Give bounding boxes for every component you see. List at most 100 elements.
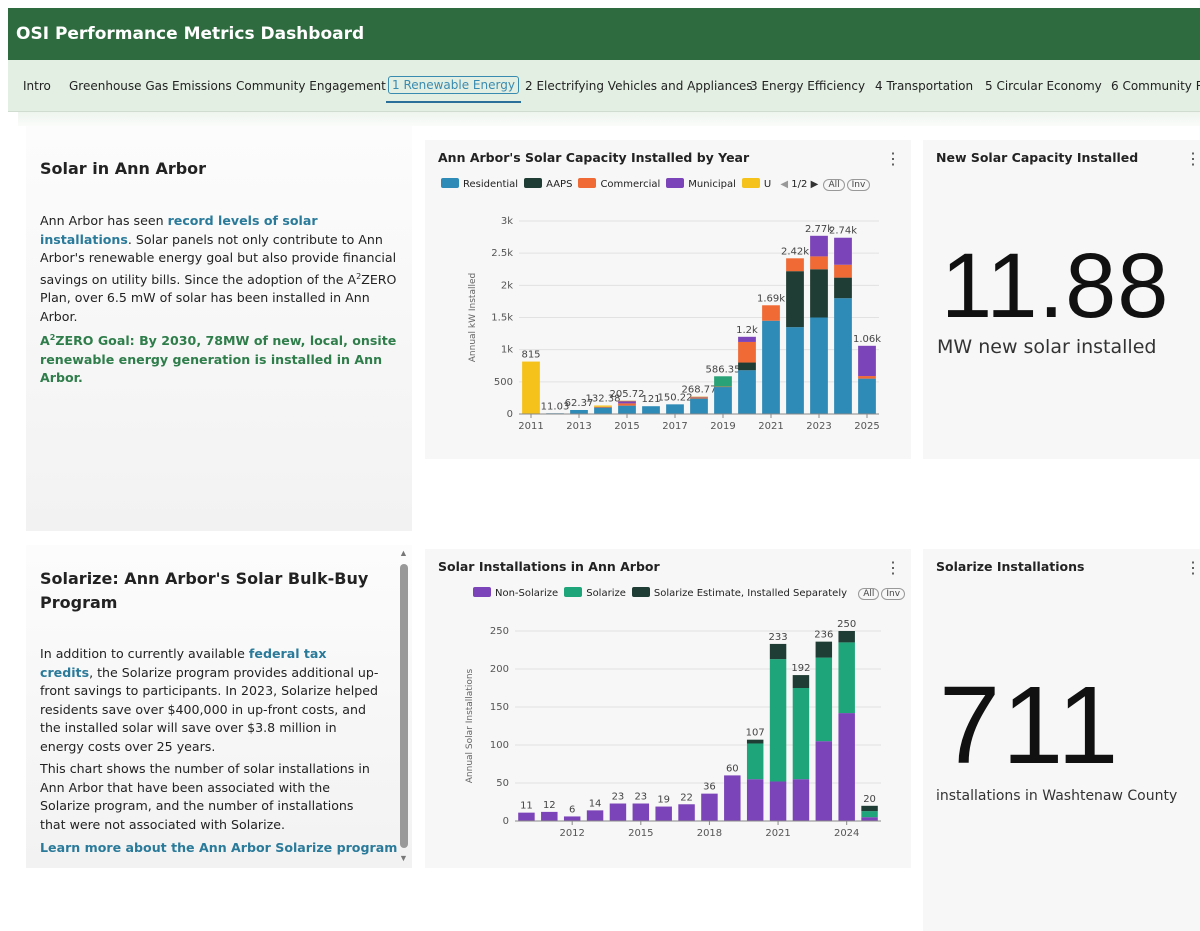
bar-segment [690,396,708,398]
more-options-icon[interactable]: ⋮ [1185,561,1200,577]
solar-capacity-chart: 0 500 1k 1.5k 2k 2.5k 3k Annual kW Installed 815… [468,216,881,432]
solar-installations-chart-card: Solar Installations in Ann Arbor ⋮ Non-S… [425,549,911,868]
y-tick-label: 500 [494,377,513,388]
y-tick-label: 150 [490,702,509,713]
bar-segment [541,811,558,821]
data-label: 1.2k [736,325,758,336]
goal-text-a: A [40,333,50,349]
bar-segment [786,258,804,272]
y-tick-label: 50 [496,778,509,789]
bar-segment [642,406,660,414]
solar-card-title: Solar in Ann Arbor [40,159,207,178]
scrollbar[interactable]: ▲ ▼ [398,548,410,866]
tab-community-engagement[interactable]: Community Engagement [236,79,386,93]
kpi-capacity-value: 11.88 [941,235,1170,337]
bar-segment [522,361,540,414]
bar-segment [861,817,878,821]
data-label: 22 [680,792,693,803]
bar-segment [738,341,756,363]
bar-segment [618,403,636,406]
bar-segment [609,803,627,821]
bar-segment [746,779,764,821]
x-tick-label: 2017 [662,421,687,432]
data-label: 11 [520,801,533,812]
bar-segment [762,320,780,414]
solar-card-paragraph: Ann Arbor has seen record levels of sola… [40,212,400,326]
x-tick-label: 2018 [697,828,722,839]
tab-circular-economy[interactable]: 5 Circular Economy [985,79,1102,93]
tab-intro[interactable]: Intro [23,79,51,93]
bar-segment [594,407,612,414]
x-tick-label: 2015 [614,421,639,432]
bar-segment [792,688,810,780]
kpi-installations-title: Solarize Installations [936,559,1085,574]
data-label: 586.35 [706,364,741,375]
solarize-paragraph-2: This chart shows the number of solar ins… [40,761,370,832]
bar-segment [618,400,636,402]
app-header: OSI Performance Metrics Dashboard [8,8,1200,60]
solarize-learn-more-link[interactable]: Learn more about the Ann Arbor Solarize … [40,839,397,858]
x-tick-label: 2021 [765,828,790,839]
bar-segment [738,370,756,414]
a2zero-goal-text: A2ZERO Goal: By 2030, 78MW of new, local… [40,329,405,388]
bar-segment [769,781,787,821]
bar-segment [594,405,612,407]
kpi-capacity-card: New Solar Capacity Installed ⋮ 11.88 MW … [923,140,1200,459]
bar-segment [738,362,756,371]
scroll-down-icon[interactable]: ▼ [399,853,408,863]
more-options-icon[interactable]: ⋮ [1185,152,1200,168]
bar-segment [792,675,810,688]
bar-segment [690,398,708,414]
bar-segment [518,812,535,821]
bar-segment [838,642,855,714]
solarize-text-card: Solarize: Ann Arbor's Solar Bulk-Buy Pro… [26,545,412,868]
bar-segment [769,643,787,660]
x-tick-label: 2019 [710,421,735,432]
bar-segment [810,235,828,257]
solarize-card-title: Solarize: Ann Arbor's Solar Bulk-Buy Pro… [40,569,369,612]
y-tick-label: 1k [501,345,513,356]
bar-segment [786,327,804,414]
y-tick-label: 100 [490,740,509,751]
bar-segment [810,256,828,270]
bar-segment [632,803,650,821]
bar-segment [810,317,828,414]
tab-renewable-energy[interactable]: 1 Renewable Energy [386,76,521,103]
tab-community-resilience[interactable]: 6 Community R [1111,79,1200,93]
bar-segment [815,741,833,821]
bar-segment [786,271,804,328]
bar-segment [586,810,604,821]
x-tick-label: 2021 [758,421,783,432]
kpi-capacity-title: New Solar Capacity Installed [936,150,1139,165]
bar-segment [594,406,612,408]
bar-segment [861,805,878,812]
bar-segment [655,806,672,821]
solar-installations-chart: 0 50 100 150 200 250 Annual Solar Installation… [465,619,881,839]
bar-segment [810,269,828,318]
tab-transportation[interactable]: 4 Transportation [875,79,973,93]
bar-segment [838,713,855,821]
bar-segment [815,641,833,658]
bar-segment [858,345,876,377]
tab-greenhouse-gas-emissions[interactable]: Greenhouse Gas Emissions [69,79,232,93]
x-tick-label: 2011 [518,421,543,432]
tab-bar: Intro Greenhouse Gas Emissions Community… [8,60,1200,112]
bar-segment [618,405,636,414]
solar-text-a: Ann Arbor has seen [40,213,168,228]
data-label: 14 [589,798,602,809]
scroll-up-icon[interactable]: ▲ [399,548,408,558]
tab-electrifying-vehicles[interactable]: 2 Electrifying Vehicles and Appliances [525,79,752,93]
bar-segment [746,743,764,780]
scrollbar-thumb[interactable] [400,564,408,848]
data-label: 236 [814,630,833,641]
data-label: 192 [791,663,810,674]
bar-segment [834,264,852,278]
bar-segment [724,775,741,821]
bar-segment [838,631,855,643]
kpi-capacity-label: MW new solar installed [937,336,1157,358]
tab-energy-efficiency[interactable]: 3 Energy Efficiency [750,79,865,93]
x-tick-label: 2023 [806,421,831,432]
data-label: 2.74k [829,226,857,237]
bar-segment [858,376,876,379]
y-axis-label: Annual kW Installed [468,273,478,362]
